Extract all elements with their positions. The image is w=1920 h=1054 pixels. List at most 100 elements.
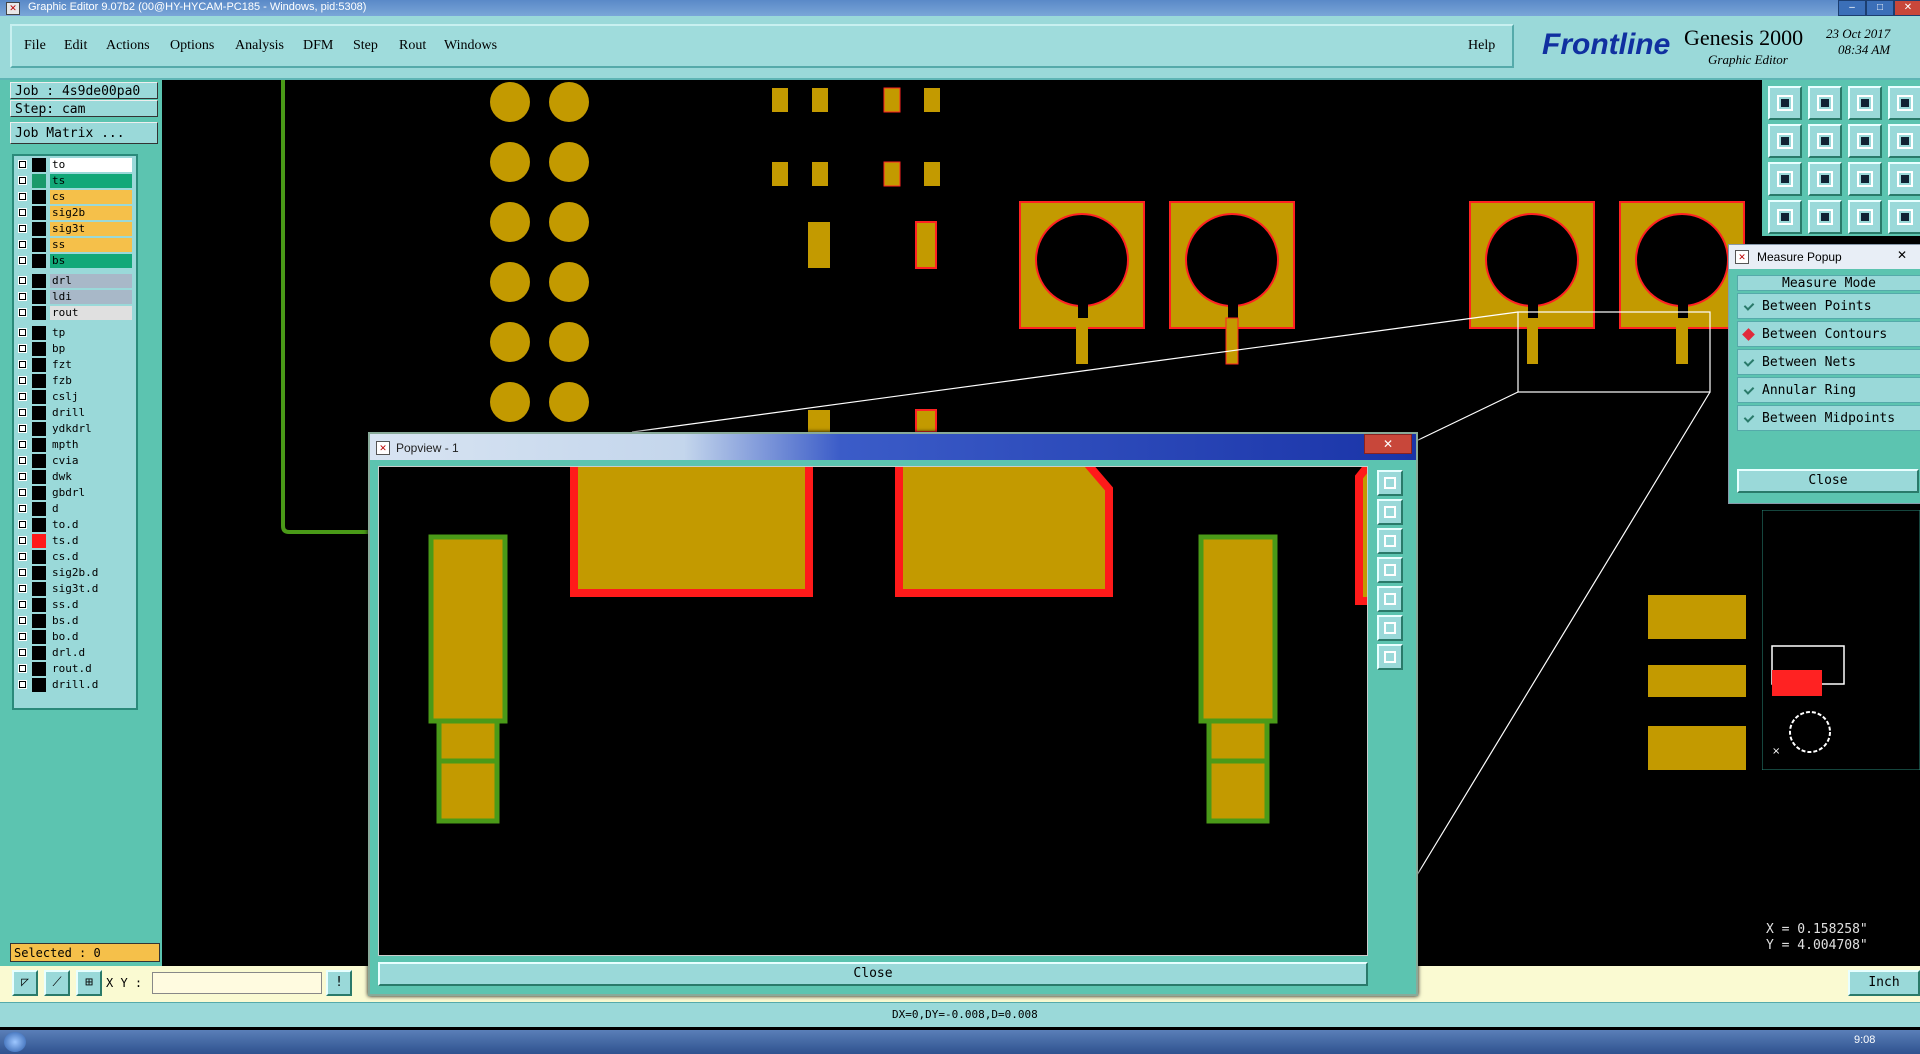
- layer-checkbox[interactable]: [18, 424, 27, 433]
- layer-color-swatch[interactable]: [32, 174, 46, 188]
- layer-name[interactable]: to.d: [50, 518, 132, 532]
- layer-color-swatch[interactable]: [32, 358, 46, 372]
- snap-icon[interactable]: [1848, 200, 1882, 234]
- layer-color-swatch[interactable]: [32, 598, 46, 612]
- popview-center-icon[interactable]: [1377, 644, 1403, 670]
- layer-color-swatch[interactable]: [32, 374, 46, 388]
- menu-analysis[interactable]: Analysis: [235, 38, 284, 54]
- popview-canvas[interactable]: [378, 466, 1368, 956]
- layer-checkbox[interactable]: [18, 292, 27, 301]
- layer-name[interactable]: ldi: [50, 290, 132, 304]
- menu-rout[interactable]: Rout: [399, 38, 426, 54]
- layer-row[interactable]: bo.d: [16, 630, 136, 644]
- layer-color-swatch[interactable]: [32, 306, 46, 320]
- layer-row[interactable]: tp: [16, 326, 136, 340]
- layer-color-swatch[interactable]: [32, 486, 46, 500]
- popview-open-icon[interactable]: [1377, 499, 1403, 525]
- layer-checkbox[interactable]: [18, 224, 27, 233]
- layer-row[interactable]: bs: [16, 254, 136, 268]
- layer-name[interactable]: bs.d: [50, 614, 132, 628]
- layer-color-swatch[interactable]: [32, 550, 46, 564]
- layer-name[interactable]: cslj: [50, 390, 132, 404]
- layer-name[interactable]: rout: [50, 306, 132, 320]
- layer-name[interactable]: mpth: [50, 438, 132, 452]
- close-icon[interactable]: ✕: [1897, 248, 1907, 262]
- layer-row[interactable]: to.d: [16, 518, 136, 532]
- measure-close-button[interactable]: Close: [1737, 469, 1919, 493]
- layer-color-swatch[interactable]: [32, 534, 46, 548]
- layer-row[interactable]: fzb: [16, 374, 136, 388]
- layer-name[interactable]: drl: [50, 274, 132, 288]
- layer-row[interactable]: bs.d: [16, 614, 136, 628]
- layer-color-swatch[interactable]: [32, 206, 46, 220]
- overview-map[interactable]: ×: [1762, 510, 1920, 770]
- layer-row[interactable]: ts: [16, 174, 136, 188]
- layer-color-swatch[interactable]: [32, 254, 46, 268]
- mode-between-points[interactable]: Between Points: [1737, 293, 1920, 319]
- layer-row[interactable]: ydkdrl: [16, 422, 136, 436]
- menu-actions[interactable]: Actions: [106, 38, 150, 54]
- close-window-button[interactable]: ✕: [1894, 0, 1920, 16]
- layer-row[interactable]: sig2b: [16, 206, 136, 220]
- layer-row[interactable]: sig3t: [16, 222, 136, 236]
- layer-checkbox[interactable]: [18, 240, 27, 249]
- select-tool-icon[interactable]: ◸: [12, 970, 38, 996]
- measure-tool-icon[interactable]: ⟋: [44, 970, 70, 996]
- layer-checkbox[interactable]: [18, 616, 27, 625]
- layout-icon[interactable]: [1888, 86, 1920, 120]
- layer-color-swatch[interactable]: [32, 470, 46, 484]
- popview-save-icon[interactable]: [1377, 528, 1403, 554]
- menu-step[interactable]: Step: [353, 38, 378, 54]
- layer-checkbox[interactable]: [18, 192, 27, 201]
- layer-name[interactable]: sig3t: [50, 222, 132, 236]
- layer-row[interactable]: ldi: [16, 290, 136, 304]
- layer-checkbox[interactable]: [18, 308, 27, 317]
- layer-color-swatch[interactable]: [32, 406, 46, 420]
- layer-color-swatch[interactable]: [32, 630, 46, 644]
- mode-between-nets[interactable]: Between Nets: [1737, 349, 1920, 375]
- layer-name[interactable]: sig2b: [50, 206, 132, 220]
- layer-checkbox[interactable]: [18, 472, 27, 481]
- layer-checkbox[interactable]: [18, 584, 27, 593]
- fit-icon[interactable]: [1768, 162, 1802, 196]
- mode-annular-ring[interactable]: Annular Ring: [1737, 377, 1920, 403]
- layer-row[interactable]: gbdrl: [16, 486, 136, 500]
- layer-row[interactable]: drl.d: [16, 646, 136, 660]
- layer-color-swatch[interactable]: [32, 422, 46, 436]
- popview-zoom-icon[interactable]: [1377, 470, 1403, 496]
- layer-name[interactable]: gbdrl: [50, 486, 132, 500]
- layer-color-swatch[interactable]: [32, 342, 46, 356]
- layer-name[interactable]: rout.d: [50, 662, 132, 676]
- snap2-icon[interactable]: [1888, 200, 1920, 234]
- minimize-button[interactable]: –: [1838, 0, 1866, 16]
- mode-between-contours[interactable]: Between Contours: [1737, 321, 1920, 347]
- layer-checkbox[interactable]: [18, 176, 27, 185]
- layer-color-swatch[interactable]: [32, 238, 46, 252]
- mode-between-midpoints[interactable]: Between Midpoints: [1737, 405, 1920, 431]
- layer-color-swatch[interactable]: [32, 274, 46, 288]
- layer-color-swatch[interactable]: [32, 290, 46, 304]
- popview-fit-icon[interactable]: [1377, 615, 1403, 641]
- popview-back-icon[interactable]: [1377, 557, 1403, 583]
- layer-color-swatch[interactable]: [32, 190, 46, 204]
- layer-color-swatch[interactable]: [32, 518, 46, 532]
- home-icon[interactable]: [1848, 86, 1882, 120]
- layer-color-swatch[interactable]: [32, 158, 46, 172]
- layer-name[interactable]: fzb: [50, 374, 132, 388]
- layer-checkbox[interactable]: [18, 360, 27, 369]
- layer-name[interactable]: drill.d: [50, 678, 132, 692]
- layer-name[interactable]: cvia: [50, 454, 132, 468]
- layer-checkbox[interactable]: [18, 568, 27, 577]
- menu-help[interactable]: Help: [1468, 38, 1495, 54]
- maximize-button[interactable]: □: [1866, 0, 1894, 16]
- layer-row[interactable]: to: [16, 158, 136, 172]
- layer-checkbox[interactable]: [18, 664, 27, 673]
- layer-checkbox[interactable]: [18, 276, 27, 285]
- layer-color-swatch[interactable]: [32, 614, 46, 628]
- layer-row[interactable]: bp: [16, 342, 136, 356]
- layer-row[interactable]: ts.d: [16, 534, 136, 548]
- layer-row[interactable]: ss.d: [16, 598, 136, 612]
- layer-checkbox[interactable]: [18, 600, 27, 609]
- save-icon[interactable]: [1808, 86, 1842, 120]
- grid-tool-icon[interactable]: ⊞: [76, 970, 102, 996]
